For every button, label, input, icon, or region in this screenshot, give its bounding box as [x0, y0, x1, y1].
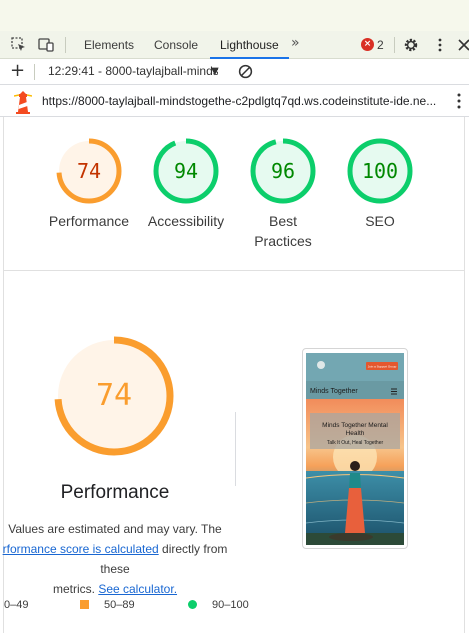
lighthouse-toolbar: + 12:29:41 - 8000-taylajball-mindsto ▼ — [0, 59, 469, 85]
legend-average-range: 50–89 — [104, 599, 135, 611]
gauge-performance[interactable]: 74 — [54, 136, 124, 206]
tabbar-separator — [65, 37, 66, 53]
tab-elements[interactable]: Elements — [84, 31, 134, 59]
legend-average: 50–89 — [104, 597, 135, 613]
legend-pass-range: 90–100 — [212, 599, 249, 611]
site-name: Minds Together — [310, 388, 358, 395]
report-right-border — [464, 117, 465, 633]
gauge-label-best-practices-line1: Best — [268, 213, 297, 229]
report-selector[interactable]: 12:29:41 - 8000-taylajball-mindsto — [48, 59, 218, 84]
tab-lighthouse[interactable]: Lighthouse — [210, 31, 289, 59]
tab-console[interactable]: Console — [154, 31, 198, 59]
gauge-label-performance[interactable]: Performance — [34, 211, 144, 231]
join-group-button-label: Join a Support Group — [368, 365, 397, 369]
inspect-element-icon[interactable] — [11, 37, 27, 53]
gauge-label-best-practices-line2: Practices — [254, 233, 312, 249]
legend-pass-circle-icon — [188, 600, 197, 609]
more-tabs-icon[interactable]: » — [291, 35, 300, 51]
lighthouse-logo-icon — [14, 91, 32, 114]
hero-tagline: Talk It Out, Heal Together — [327, 440, 384, 446]
gauge-label-best-practices[interactable]: Best Practices — [228, 211, 338, 251]
devtools-tabbar: Elements Console Lighthouse » × 2 — [0, 31, 469, 59]
note-line3-pre: metrics. — [52, 582, 99, 596]
vertical-divider — [235, 412, 236, 486]
legend-pass: 90–100 — [212, 597, 249, 613]
gauge-performance-score: 74 — [76, 159, 102, 183]
figure-head — [350, 461, 360, 471]
report-url-bar: https://8000-taylajball-mindstogethe-c2p… — [0, 86, 469, 117]
note-line1: Values are estimated and may vary. The — [8, 522, 222, 536]
performance-note: Values are estimated and may vary. The r… — [0, 519, 230, 599]
new-report-icon[interactable]: + — [10, 60, 25, 82]
error-icon[interactable]: × — [361, 38, 374, 51]
gauge-best-practices-score: 96 — [270, 159, 296, 183]
legend-fail: 0–49 — [4, 597, 28, 613]
screenshot-thumbnail[interactable]: Join a Support Group Minds Together Mind… — [306, 353, 404, 545]
report-url[interactable]: https://8000-taylajball-mindstogethe-c2p… — [42, 86, 442, 116]
gauge-label-accessibility[interactable]: Accessibility — [131, 211, 241, 231]
settings-gear-icon[interactable] — [403, 37, 419, 53]
site-logo-icon — [317, 361, 325, 369]
legend-fail-range: 0–49 — [4, 599, 29, 611]
section-divider — [4, 270, 464, 271]
performance-big-score: 74 — [95, 378, 133, 413]
gauge-best-practices[interactable]: 96 — [248, 136, 318, 206]
error-count[interactable]: 2 — [377, 31, 384, 59]
gauge-accessibility-score: 94 — [173, 159, 199, 183]
score-calculated-link[interactable]: rformance score is calculated — [3, 542, 159, 556]
report-menu-icon[interactable] — [456, 92, 462, 110]
gauge-label-seo[interactable]: SEO — [325, 211, 435, 231]
more-options-icon[interactable] — [432, 37, 448, 53]
chevron-down-icon[interactable]: ▼ — [211, 59, 219, 84]
device-toolbar-icon[interactable] — [38, 37, 54, 53]
toolbar-separator — [34, 64, 35, 80]
hero-heading-line2: Health — [346, 430, 365, 437]
window-top-strip — [0, 0, 469, 31]
gauge-seo[interactable]: 100 — [345, 136, 415, 206]
hero-heading-line1: Minds Together Mental — [322, 422, 388, 429]
legend-average-square-icon — [80, 600, 89, 609]
gauge-seo-score: 100 — [361, 159, 399, 183]
clear-all-icon[interactable] — [238, 64, 253, 79]
see-calculator-link[interactable]: See calculator. — [98, 582, 177, 596]
close-devtools-icon[interactable] — [456, 37, 469, 53]
performance-section-title: Performance — [60, 482, 170, 503]
gauge-accessibility[interactable]: 94 — [151, 136, 221, 206]
tabbar-separator — [394, 37, 395, 53]
